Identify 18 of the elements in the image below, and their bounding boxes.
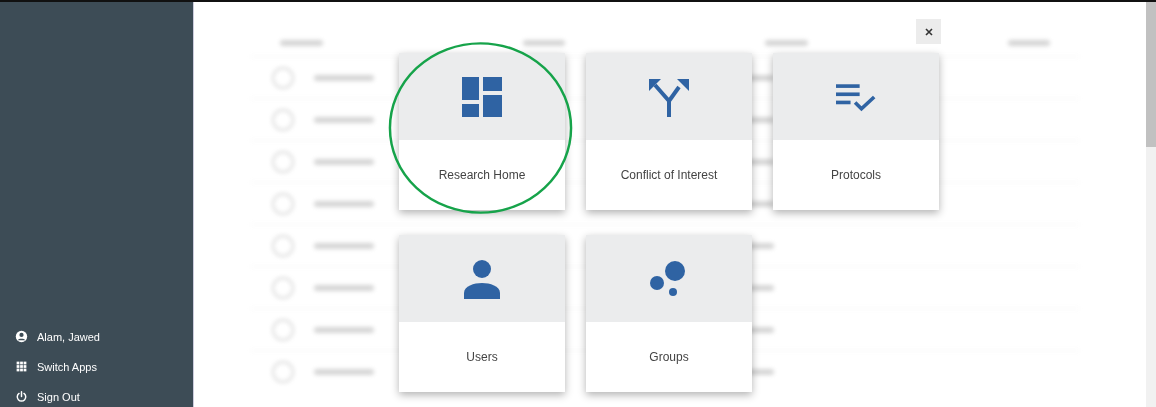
person-icon: [462, 258, 502, 299]
user-icon: [15, 330, 28, 343]
grid-icon: [15, 360, 28, 373]
app-tile[interactable]: Research Home: [399, 53, 565, 210]
dashboard-icon: [462, 76, 502, 117]
close-button[interactable]: [916, 19, 941, 44]
app-tile[interactable]: Groups: [586, 235, 752, 392]
sidebar-link[interactable]: Switch Apps: [15, 357, 193, 376]
close-icon: [923, 26, 934, 37]
app-tile[interactable]: Users: [399, 235, 565, 392]
sidebar-link[interactable]: Alam, Jawed: [15, 327, 193, 346]
power-icon: [15, 390, 28, 403]
scrollbar-thumb[interactable]: [1146, 2, 1156, 147]
scrollbar[interactable]: [1146, 2, 1156, 407]
sidebar-link[interactable]: Sign Out: [15, 387, 193, 406]
app-tile[interactable]: Conflict of Interest: [586, 53, 752, 210]
split-arrow-icon: [649, 76, 689, 117]
app-tile[interactable]: Protocols: [773, 53, 939, 210]
